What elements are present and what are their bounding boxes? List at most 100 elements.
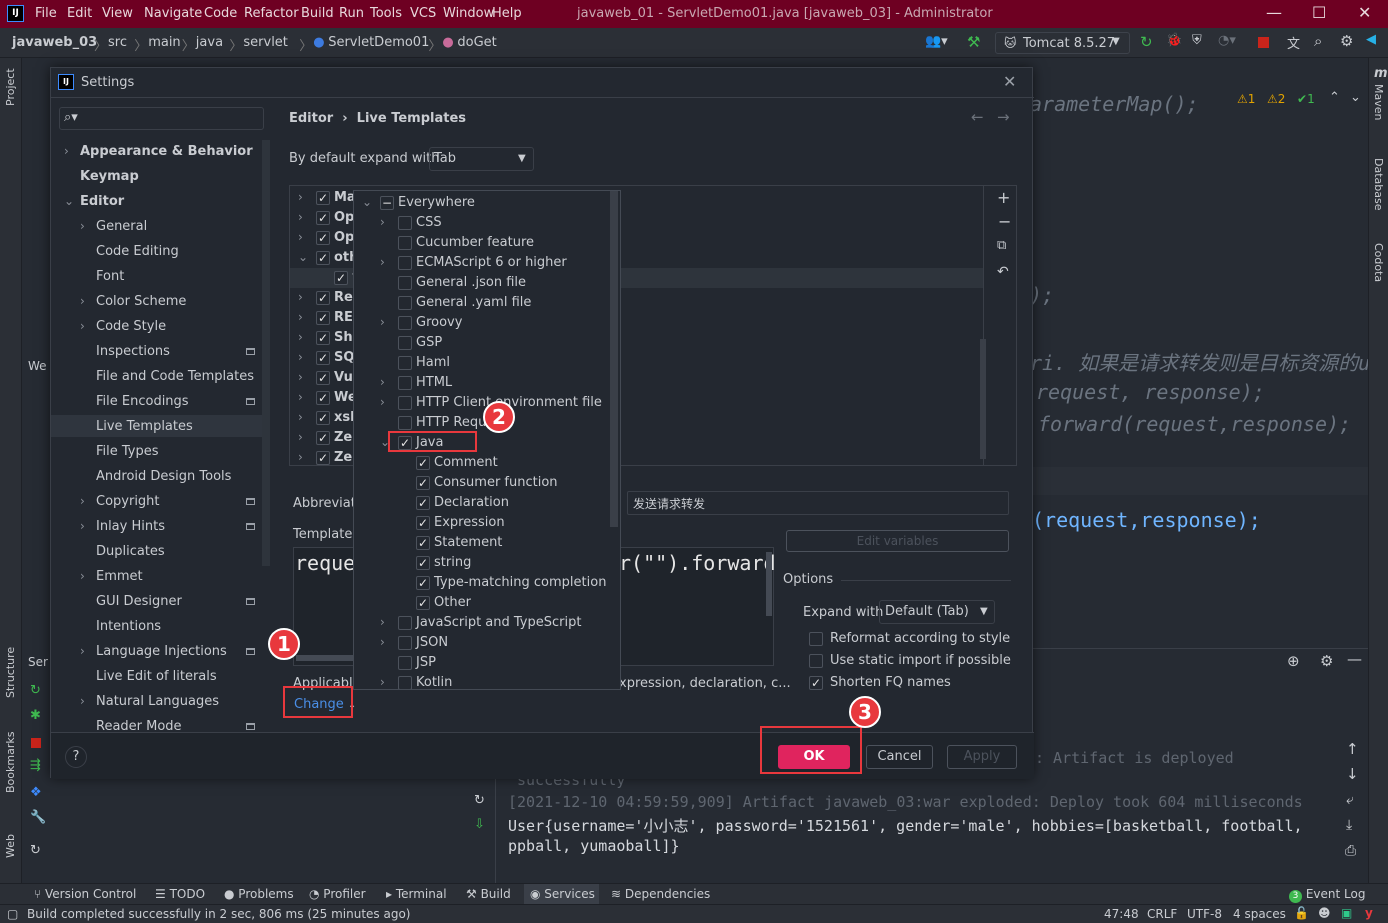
scroll-down-icon[interactable]: ↓: [1346, 765, 1359, 783]
file-encoding[interactable]: UTF-8: [1187, 907, 1222, 921]
checkbox-unchecked[interactable]: [398, 676, 412, 689]
tab-web[interactable]: Web: [4, 834, 17, 858]
checkbox-unchecked[interactable]: [398, 636, 412, 650]
chevron-right-icon[interactable]: ›: [80, 494, 85, 508]
tab-bookmarks[interactable]: Bookmarks: [4, 732, 17, 793]
sidebar-item-color-scheme[interactable]: Color Scheme: [96, 294, 186, 309]
context-item[interactable]: CSS: [416, 215, 442, 230]
option-reformat-according-to-style[interactable]: Reformat according to style: [830, 631, 1010, 646]
chevron-right-icon[interactable]: ›: [298, 430, 303, 444]
stop-service-icon[interactable]: [31, 738, 41, 748]
default-expand-dropdown[interactable]: Tab ▼: [429, 147, 534, 171]
profile-icon[interactable]: ◔▾: [1218, 33, 1236, 48]
checkbox-checked[interactable]: ✓: [416, 496, 430, 510]
checkbox-checked[interactable]: ✓: [809, 676, 823, 690]
chevron-right-icon[interactable]: ›: [380, 615, 385, 629]
breadcrumb-item[interactable]: src: [108, 35, 127, 50]
tab-project[interactable]: Project: [4, 68, 17, 106]
menu-run[interactable]: Run: [339, 6, 364, 21]
sidebar-item-android-design-tools[interactable]: Android Design Tools: [96, 469, 231, 484]
add-icon[interactable]: +: [997, 188, 1010, 207]
weak-warning-icon[interactable]: ⚠2: [1267, 92, 1285, 106]
checkbox-checked[interactable]: ✓: [416, 596, 430, 610]
services-settings-icon[interactable]: ⚙: [1320, 652, 1333, 670]
context-item[interactable]: Kotlin: [416, 675, 452, 689]
checkbox-checked[interactable]: ✓: [316, 451, 330, 465]
refresh-icon[interactable]: ↻: [30, 843, 41, 858]
checkbox-unchecked[interactable]: [398, 216, 412, 230]
checkbox-checked[interactable]: ✓: [316, 191, 330, 205]
checkbox-checked[interactable]: ✓: [316, 351, 330, 365]
tab-problems[interactable]: ● Problems: [224, 887, 294, 901]
checkbox-unchecked[interactable]: [398, 416, 412, 430]
sidebar-item-gui-designer[interactable]: GUI Designer: [96, 594, 182, 609]
chevron-right-icon[interactable]: ›: [80, 644, 85, 658]
typo-icon[interactable]: ✔1: [1297, 92, 1315, 106]
chevron-right-icon[interactable]: ›: [298, 190, 303, 204]
chevron-right-icon[interactable]: ›: [80, 519, 85, 533]
chevron-right-icon[interactable]: ›: [298, 390, 303, 404]
chevron-right-icon[interactable]: ›: [380, 635, 385, 649]
option-use-static-import-if-possible[interactable]: Use static import if possible: [830, 653, 1011, 668]
nav-scrollbar[interactable]: [262, 140, 270, 566]
checkbox-unchecked[interactable]: [398, 656, 412, 670]
next-highlight-icon[interactable]: ⌄: [1350, 90, 1361, 105]
sidebar-item-duplicates[interactable]: Duplicates: [96, 544, 165, 559]
checkbox-checked[interactable]: ✓: [316, 331, 330, 345]
chevron-right-icon[interactable]: ›: [80, 319, 85, 333]
sidebar-item-live-edit-of-literals[interactable]: Live Edit of literals: [96, 669, 217, 684]
menu-build[interactable]: Build: [301, 6, 334, 21]
context-item[interactable]: Cucumber feature: [416, 235, 534, 250]
build-hammer-icon[interactable]: ⚒: [967, 33, 980, 51]
chevron-down-icon[interactable]: ⌄: [298, 250, 308, 264]
cancel-button[interactable]: Cancel: [866, 745, 933, 769]
run-config-dropdown[interactable]: 🐱 Tomcat 8.5.27 ▼: [995, 32, 1130, 54]
sidebar-item-general[interactable]: General: [96, 219, 147, 234]
checkbox-checked[interactable]: ✓: [316, 431, 330, 445]
menu-view[interactable]: View: [102, 6, 133, 21]
debug-bug-icon[interactable]: 🐞: [1166, 33, 1182, 48]
checkbox-unchecked[interactable]: [398, 396, 412, 410]
chevron-right-icon[interactable]: ›: [298, 310, 303, 324]
tab-dependencies[interactable]: ≋ Dependencies: [611, 887, 710, 901]
chevron-right-icon[interactable]: ›: [298, 350, 303, 364]
soft-wrap-icon[interactable]: ⤶: [1346, 792, 1354, 808]
deploy-icon[interactable]: ⇶: [30, 758, 41, 773]
menu-window[interactable]: Window: [443, 6, 494, 21]
chevron-right-icon[interactable]: ›: [298, 210, 303, 224]
context-item[interactable]: ECMAScript 6 or higher: [416, 255, 567, 270]
checkbox-unchecked[interactable]: [398, 276, 412, 290]
chevron-right-icon[interactable]: ›: [80, 294, 85, 308]
rerun-icon[interactable]: ↻: [1140, 33, 1153, 51]
breadcrumb-item[interactable]: ServletDemo01: [328, 35, 429, 50]
template-group[interactable]: xsl: [334, 410, 355, 425]
checkbox-unchecked[interactable]: [398, 256, 412, 270]
event-log-button[interactable]: 3 Event Log: [1289, 887, 1365, 903]
chevron-right-icon[interactable]: ›: [298, 290, 303, 304]
help-button[interactable]: ?: [65, 746, 87, 768]
options-expand-dropdown[interactable]: Default (Tab) ▼: [879, 600, 995, 624]
chevron-down-icon[interactable]: ⌄: [362, 195, 372, 209]
sidebar-item-appearance-behavior[interactable]: Appearance & Behavior: [80, 144, 253, 159]
context-item[interactable]: Comment: [434, 455, 498, 470]
template-scrollbar[interactable]: [766, 552, 772, 616]
breadcrumb-item[interactable]: servlet: [243, 35, 288, 50]
tab-database[interactable]: Database: [1372, 158, 1385, 211]
checkbox-unchecked[interactable]: [809, 632, 823, 646]
sidebar-item-inlay-hints[interactable]: Inlay Hints: [96, 519, 165, 534]
sidebar-item-file-and-code-templates[interactable]: File and Code Templates: [96, 369, 254, 384]
lock-icon[interactable]: 🔓: [1294, 906, 1309, 920]
restart-icon[interactable]: ↻: [474, 793, 485, 808]
context-item[interactable]: Haml: [416, 355, 450, 370]
checkbox-partial[interactable]: −: [380, 196, 394, 210]
close-window-button[interactable]: ✕: [1358, 3, 1371, 22]
checkbox-checked[interactable]: ✓: [416, 556, 430, 570]
context-item[interactable]: HTML: [416, 375, 452, 390]
menu-edit[interactable]: Edit: [67, 6, 92, 21]
checkbox-unchecked[interactable]: [398, 316, 412, 330]
template-hscrollbar[interactable]: [296, 655, 354, 661]
close-icon[interactable]: ✕: [1003, 72, 1016, 91]
copy-icon[interactable]: ⧉: [997, 238, 1006, 253]
inspector-icon[interactable]: ☻: [1318, 906, 1331, 920]
crosshair-icon[interactable]: ⊕: [1287, 652, 1300, 670]
